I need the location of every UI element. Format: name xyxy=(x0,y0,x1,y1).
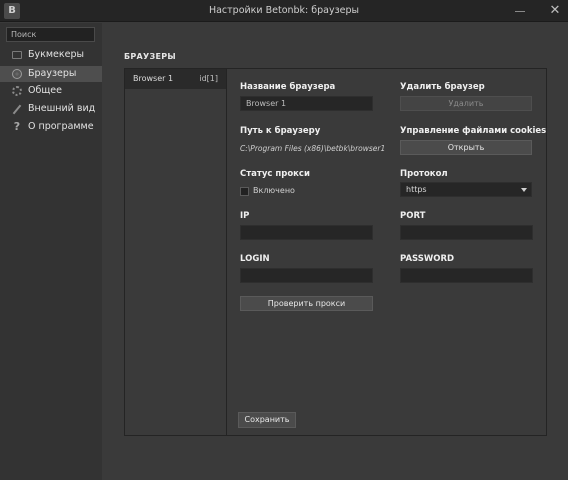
browser-id: id[1] xyxy=(199,74,218,83)
sidebar-item-browsers[interactable]: Браузеры xyxy=(0,66,102,82)
delete-browser-label: Удалить браузер xyxy=(400,82,485,92)
brush-icon xyxy=(12,104,22,115)
sidebar-item-label: Внешний вид xyxy=(28,103,96,114)
protocol-label: Протокол xyxy=(400,169,448,179)
sidebar-item-about[interactable]: ? О программе xyxy=(0,119,102,135)
proxy-enabled-checkbox[interactable] xyxy=(240,187,249,196)
password-field[interactable] xyxy=(400,268,533,283)
browser-name-field[interactable]: Browser 1 xyxy=(240,96,373,111)
browser-path-label: Путь к браузеру xyxy=(240,126,321,136)
open-cookies-button[interactable]: Открыть xyxy=(400,140,532,155)
save-button[interactable]: Сохранить xyxy=(238,412,296,428)
sidebar-item-bookmakers[interactable]: Букмекеры xyxy=(0,47,102,63)
title-bar: B Настройки Betonbk: браузеры ✕ xyxy=(0,0,568,22)
port-field[interactable] xyxy=(400,225,533,240)
sidebar-item-label: Браузеры xyxy=(28,68,77,79)
search-placeholder: Поиск xyxy=(11,30,37,39)
protocol-value: https xyxy=(406,185,427,194)
browser-path-value: C:\Program Files (x86)\betbk\browser1 xyxy=(240,144,386,153)
ip-label: IP xyxy=(240,211,250,221)
sidebar-item-label: Общее xyxy=(28,85,62,96)
browser-name: Browser 1 xyxy=(133,74,174,83)
list-item[interactable]: Browser 1 id[1] xyxy=(125,69,226,89)
password-label: PASSWORD xyxy=(400,254,455,264)
minimize-button[interactable] xyxy=(512,5,528,17)
login-field[interactable] xyxy=(240,268,373,283)
sidebar-item-general[interactable]: Общее xyxy=(0,83,102,99)
chevron-down-icon xyxy=(521,188,527,192)
sidebar-item-label: Букмекеры xyxy=(28,49,85,60)
check-proxy-button[interactable]: Проверить прокси xyxy=(240,296,373,311)
globe-icon xyxy=(12,69,22,79)
ip-field[interactable] xyxy=(240,225,373,240)
search-input[interactable]: Поиск xyxy=(6,27,95,42)
browser-name-label: Название браузера xyxy=(240,82,336,92)
proxy-enabled-label: Включено xyxy=(253,186,295,195)
sidebar-item-label: О программе xyxy=(28,121,94,132)
close-button[interactable]: ✕ xyxy=(547,3,563,19)
page-title: БРАУЗЕРЫ xyxy=(124,52,177,61)
sidebar: Поиск Букмекеры Браузеры Общее Внешний в… xyxy=(0,23,102,480)
help-icon: ? xyxy=(13,120,21,133)
book-icon xyxy=(12,51,22,59)
window-title: Настройки Betonbk: браузеры xyxy=(208,5,360,16)
proxy-status-label: Статус прокси xyxy=(240,169,310,179)
cookies-label: Управление файлами cookies xyxy=(400,126,547,136)
login-label: LOGIN xyxy=(240,254,270,264)
sidebar-item-appearance[interactable]: Внешний вид xyxy=(0,101,102,117)
protocol-select[interactable]: https xyxy=(400,182,532,197)
delete-button[interactable]: Удалить xyxy=(400,96,532,111)
gear-icon xyxy=(12,86,22,96)
browser-list: Browser 1 id[1] xyxy=(124,68,227,436)
port-label: PORT xyxy=(400,211,426,221)
